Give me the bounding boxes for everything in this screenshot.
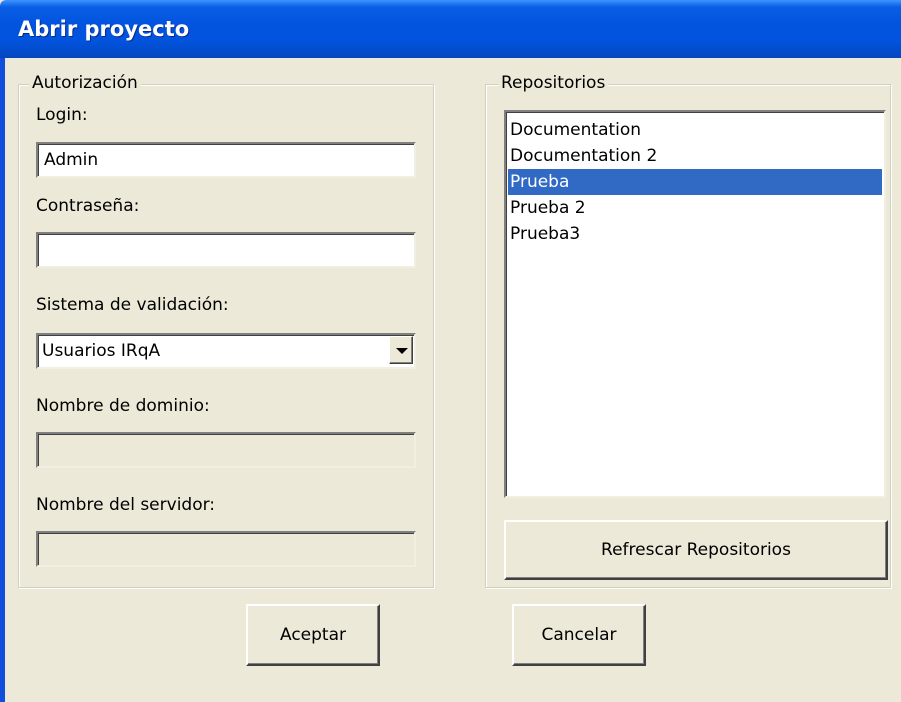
server-name-label: Nombre del servidor: bbox=[36, 495, 216, 515]
login-field[interactable]: Admin bbox=[36, 142, 416, 178]
server-name-field bbox=[36, 531, 416, 567]
list-item[interactable]: Prueba3 bbox=[508, 221, 882, 247]
validation-system-label: Sistema de validación: bbox=[36, 295, 229, 315]
open-project-dialog: Abrir proyecto Autorización Login: Admin… bbox=[0, 0, 901, 702]
login-value: Admin bbox=[44, 150, 99, 170]
password-label: Contraseña: bbox=[36, 196, 140, 216]
cancel-label: Cancelar bbox=[541, 625, 617, 645]
list-item[interactable]: Documentation 2 bbox=[508, 143, 882, 169]
domain-name-field bbox=[36, 432, 416, 468]
refresh-repositories-label: Refrescar Repositorios bbox=[601, 540, 791, 560]
cancel-button[interactable]: Cancelar bbox=[512, 604, 646, 666]
window-left-border bbox=[0, 58, 5, 702]
repositories-list[interactable]: Documentation Documentation 2 Prueba Pru… bbox=[504, 110, 886, 498]
refresh-repositories-button[interactable]: Refrescar Repositorios bbox=[504, 520, 888, 580]
validation-system-select[interactable]: Usuarios IRqA bbox=[36, 333, 416, 369]
title-bar[interactable]: Abrir proyecto bbox=[0, 0, 901, 58]
validation-system-value: Usuarios IRqA bbox=[42, 341, 161, 361]
accept-label: Aceptar bbox=[280, 625, 346, 645]
list-item[interactable]: Prueba 2 bbox=[508, 195, 882, 221]
dialog-title: Abrir proyecto bbox=[18, 17, 190, 41]
list-item[interactable]: Documentation bbox=[508, 117, 882, 143]
domain-name-label: Nombre de dominio: bbox=[36, 396, 210, 416]
chevron-down-icon bbox=[396, 348, 408, 354]
dropdown-button[interactable] bbox=[389, 336, 413, 364]
authorization-legend: Autorización bbox=[29, 73, 141, 93]
repositories-legend: Repositorios bbox=[498, 73, 609, 93]
password-field[interactable] bbox=[36, 232, 416, 268]
list-item-selected[interactable]: Prueba bbox=[508, 169, 882, 195]
accept-button[interactable]: Aceptar bbox=[246, 604, 380, 666]
login-label: Login: bbox=[36, 105, 88, 125]
